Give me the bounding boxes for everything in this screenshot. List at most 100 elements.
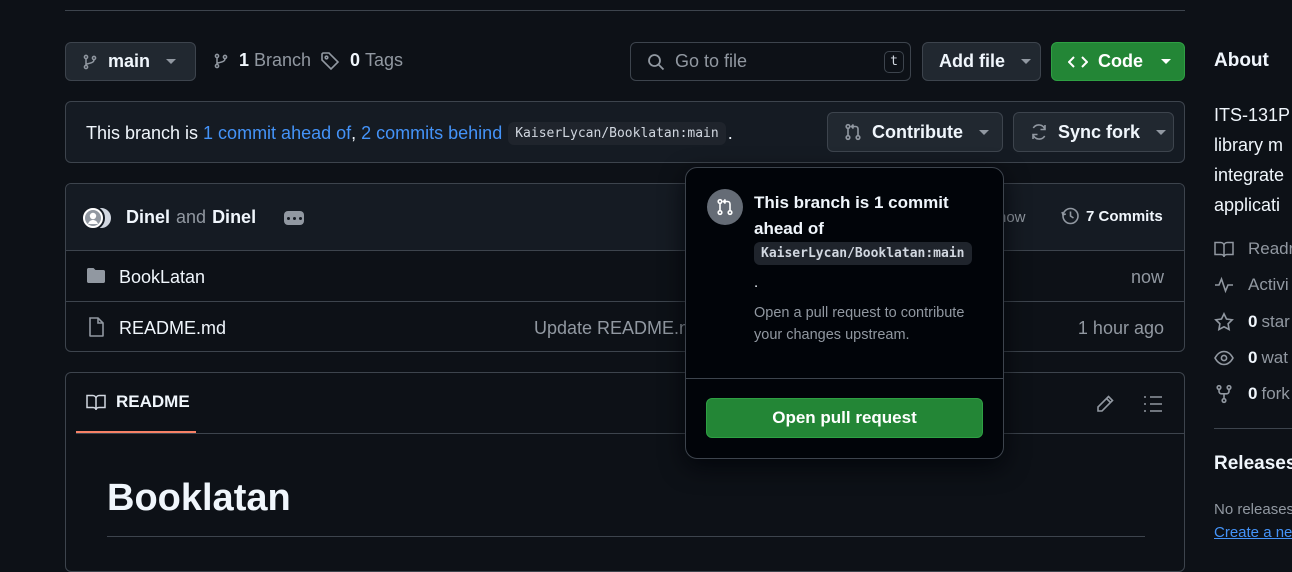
popover-pr-icon bbox=[707, 189, 743, 225]
outline-list-icon[interactable] bbox=[1143, 395, 1163, 413]
pull-request-icon bbox=[844, 123, 862, 141]
description-line: applicati bbox=[1214, 195, 1281, 215]
about-heading: About bbox=[1214, 50, 1269, 71]
file-row[interactable]: README.md Update README.md 1 hour ago bbox=[66, 302, 1184, 351]
history-icon bbox=[1060, 206, 1080, 226]
go-to-file-placeholder: Go to file bbox=[675, 51, 748, 71]
commit-authors: Dinel and Dinel bbox=[126, 207, 256, 228]
popover-upstream-branch: KaiserLycan/Booklatan:main bbox=[754, 242, 972, 265]
fork-icon bbox=[1214, 384, 1234, 404]
open-pull-request-button[interactable]: Open pull request bbox=[706, 398, 983, 438]
eye-icon bbox=[1214, 350, 1234, 366]
about-item-watchers[interactable]: 0 wat bbox=[1214, 348, 1288, 368]
open-pull-request-label: Open pull request bbox=[772, 408, 917, 427]
readme-tab[interactable]: README bbox=[76, 373, 196, 433]
about-item-label: fork bbox=[1261, 384, 1290, 403]
tags-link[interactable]: 0 Tags bbox=[320, 50, 403, 71]
about-description: ITS-131P library m integrate applicati bbox=[1214, 100, 1290, 220]
branches-link[interactable]: 1 Branch bbox=[213, 50, 311, 71]
no-releases-text: No releases bbox=[1214, 501, 1292, 518]
add-file-button[interactable]: Add file bbox=[922, 42, 1041, 81]
divider bbox=[76, 433, 1184, 434]
about-item-count: 0 bbox=[1248, 348, 1258, 367]
file-row[interactable]: BookLatan now bbox=[66, 251, 1184, 301]
behind-commits-link[interactable]: 2 commits behind bbox=[361, 123, 502, 144]
contribute-popover: This branch is 1 commit ahead of KaiserL… bbox=[685, 167, 1004, 459]
file-time: 1 hour ago bbox=[1077, 318, 1164, 338]
branches-label: Branch bbox=[254, 50, 312, 70]
ellipsis-button[interactable] bbox=[284, 211, 304, 225]
fork-status-text: This branch is 1 commit ahead of , 2 com… bbox=[86, 122, 733, 145]
book-icon bbox=[86, 394, 106, 411]
about-item-label: Activi bbox=[1248, 275, 1289, 294]
chevron-down-icon bbox=[978, 129, 989, 135]
sync-fork-label: Sync fork bbox=[1058, 121, 1141, 142]
comma: , bbox=[351, 123, 357, 143]
avatar bbox=[81, 206, 105, 230]
branch-count-icon bbox=[213, 52, 229, 70]
popover-title: This branch is 1 commit ahead of bbox=[754, 193, 949, 238]
sync-fork-button[interactable]: Sync fork bbox=[1013, 112, 1174, 152]
pulse-icon bbox=[1214, 276, 1234, 294]
author-avatars[interactable] bbox=[81, 206, 115, 230]
about-item-count: 0 bbox=[1248, 384, 1258, 403]
file-time: now bbox=[1130, 267, 1164, 287]
branch-icon bbox=[82, 54, 98, 70]
fork-status-prefix: This branch is bbox=[86, 123, 199, 143]
heading-underline bbox=[107, 536, 1145, 537]
folder-icon bbox=[86, 267, 106, 284]
upstream-branch[interactable]: KaiserLycan/Booklatan:main bbox=[508, 122, 726, 145]
description-line: integrate bbox=[1214, 165, 1285, 185]
file-icon bbox=[88, 317, 104, 337]
sidebar-divider bbox=[1214, 428, 1292, 429]
popover-description: Open a pull request to contribute your c… bbox=[754, 305, 965, 343]
branch-select-button[interactable]: main bbox=[65, 42, 196, 81]
and-text: and bbox=[176, 207, 207, 227]
readme-tab-label: README bbox=[116, 392, 190, 411]
add-file-label: Add file bbox=[939, 51, 1005, 71]
about-item-label: Readr bbox=[1248, 239, 1292, 258]
create-release-link[interactable]: Create a new bbox=[1214, 524, 1292, 541]
fork-status-bar: This branch is 1 commit ahead of , 2 com… bbox=[65, 101, 1185, 163]
file-name[interactable]: README.md bbox=[119, 318, 226, 339]
tags-label: Tags bbox=[365, 50, 404, 70]
contribute-label: Contribute bbox=[872, 121, 963, 142]
commits-label: 7 Commits bbox=[1086, 207, 1163, 225]
tags-count: 0 bbox=[350, 50, 361, 70]
ahead-commits-link[interactable]: 1 commit ahead of bbox=[203, 123, 351, 144]
sync-icon bbox=[1030, 123, 1048, 141]
branch-name: main bbox=[108, 51, 151, 71]
book-icon bbox=[1214, 241, 1234, 258]
popover-divider bbox=[686, 378, 1003, 379]
about-item-stars[interactable]: 0 star bbox=[1214, 312, 1290, 332]
chevron-down-icon bbox=[1156, 129, 1167, 135]
author-link[interactable]: Dinel bbox=[126, 207, 170, 228]
contribute-button[interactable]: Contribute bbox=[827, 112, 1003, 152]
go-to-file-input[interactable]: Go to file t bbox=[630, 42, 911, 81]
tag-icon bbox=[320, 51, 340, 71]
releases-heading[interactable]: Releases bbox=[1214, 453, 1292, 475]
code-icon bbox=[1068, 55, 1088, 69]
shortcut-key: t bbox=[884, 51, 904, 73]
file-list: Dinel and Dinel now 7 Commits BookLatan … bbox=[65, 183, 1185, 352]
about-item-readme[interactable]: Readr bbox=[1214, 239, 1292, 259]
dots-icon bbox=[286, 216, 302, 220]
readme-panel: README Booklatan bbox=[65, 372, 1185, 572]
file-name[interactable]: BookLatan bbox=[119, 267, 205, 288]
about-item-activity[interactable]: Activi bbox=[1214, 275, 1289, 295]
commits-link[interactable]: 7 Commits bbox=[1060, 206, 1163, 226]
commit-message[interactable]: Update README.md bbox=[534, 318, 704, 339]
description-line: ITS-131P bbox=[1214, 105, 1291, 125]
about-item-label: wat bbox=[1261, 348, 1288, 367]
chevron-down-icon bbox=[166, 59, 177, 64]
about-item-forks[interactable]: 0 fork bbox=[1214, 384, 1290, 404]
about-item-label: star bbox=[1261, 312, 1290, 331]
code-label: Code bbox=[1098, 51, 1143, 71]
popover-period: . bbox=[754, 274, 759, 291]
chevron-down-icon bbox=[1021, 59, 1031, 64]
header-divider bbox=[65, 10, 1185, 11]
edit-pencil-icon[interactable] bbox=[1095, 394, 1115, 414]
code-button[interactable]: Code bbox=[1051, 42, 1185, 81]
author-link[interactable]: Dinel bbox=[212, 207, 256, 228]
star-icon bbox=[1214, 312, 1234, 332]
